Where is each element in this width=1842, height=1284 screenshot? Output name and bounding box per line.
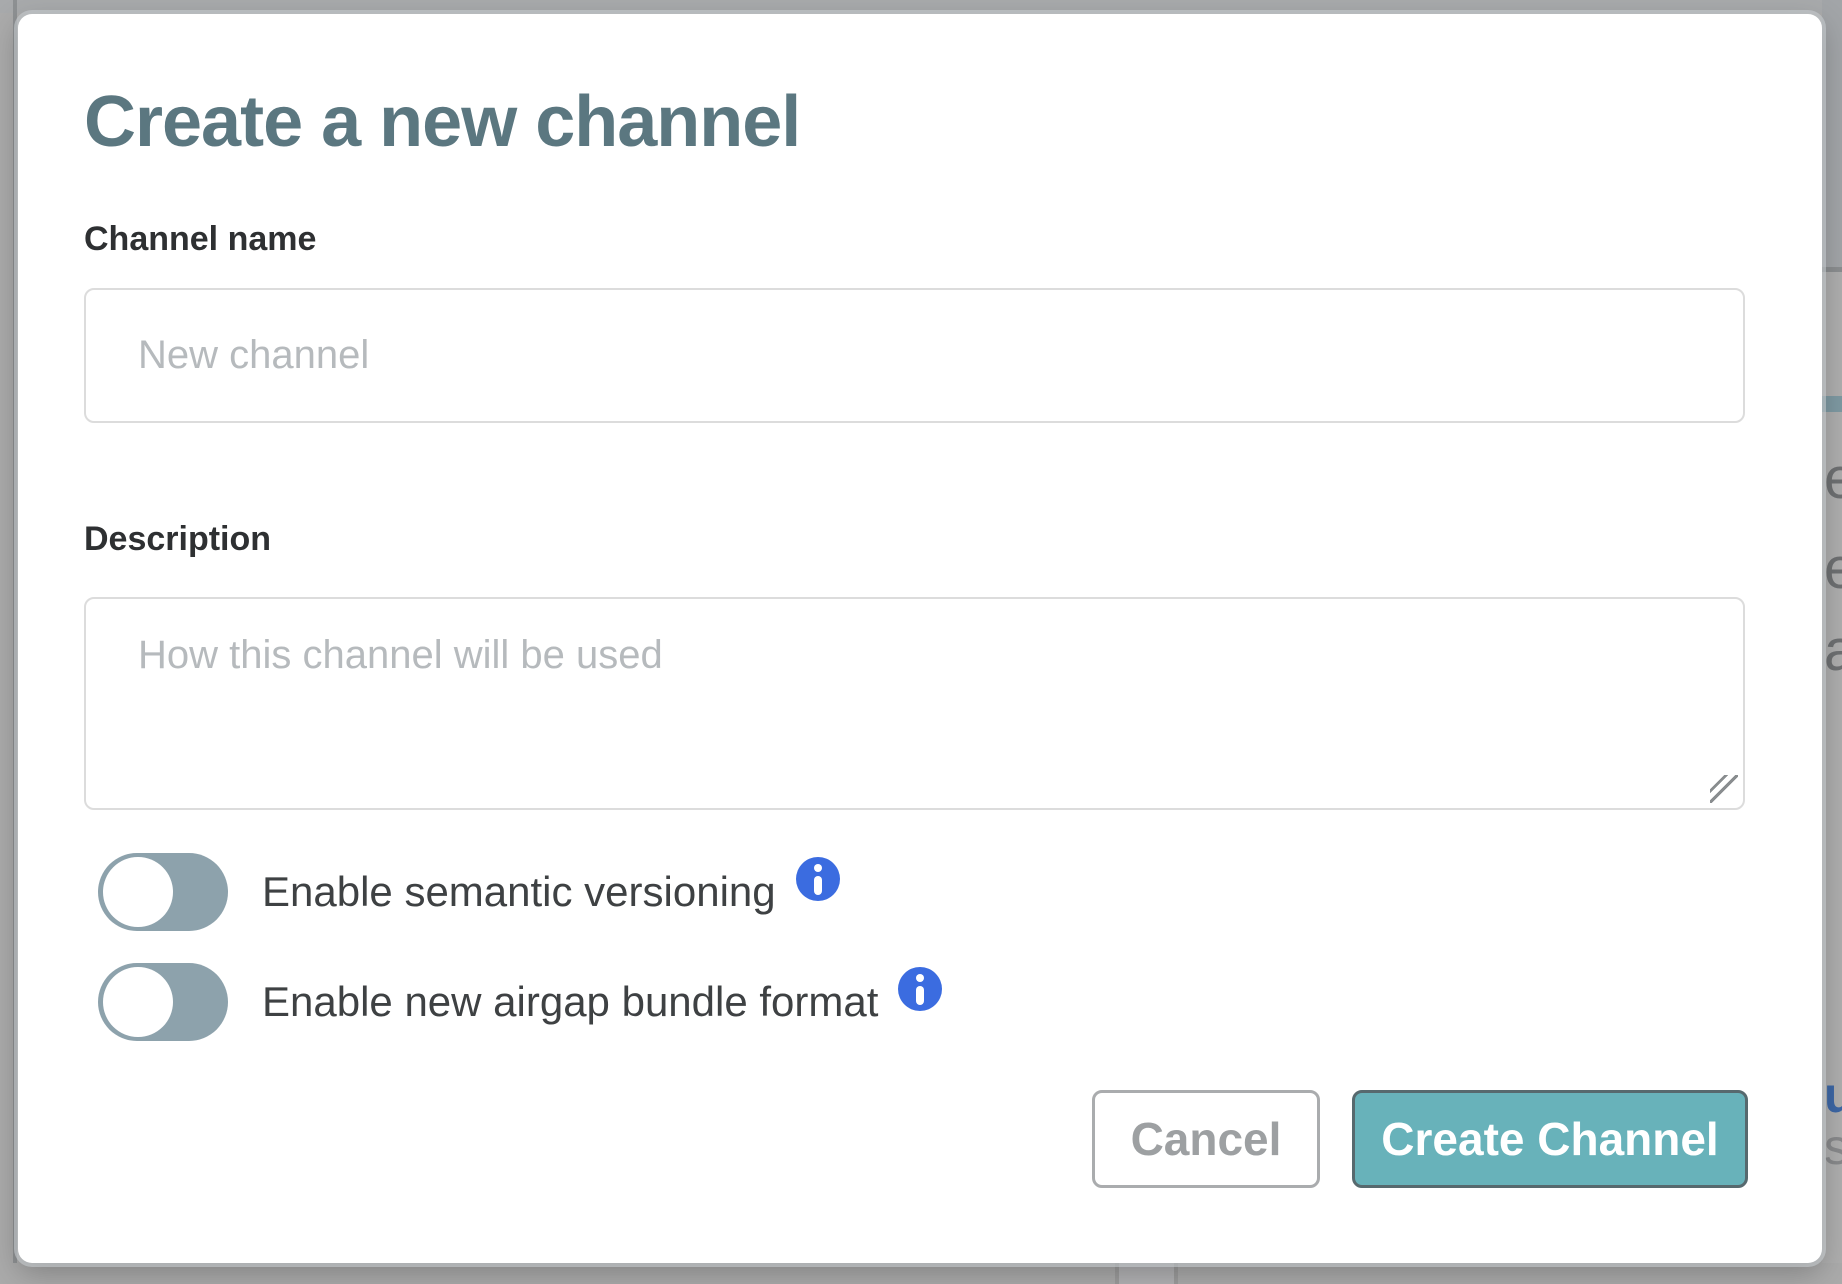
create-channel-modal: Create a new channel Channel name Descri…: [18, 14, 1822, 1263]
background-table-cell-edge: [1119, 1263, 1174, 1284]
overlay-bottom-strip: [0, 1263, 1842, 1284]
create-channel-button[interactable]: Create Channel: [1352, 1090, 1748, 1188]
overlay-top-band: [0, 0, 1842, 13]
cancel-button[interactable]: Cancel: [1092, 1090, 1320, 1188]
airgap-bundle-label: Enable new airgap bundle format: [262, 981, 878, 1023]
airgap-bundle-toggle[interactable]: [98, 963, 228, 1041]
channel-name-label: Channel name: [84, 222, 316, 256]
overlay-right-teal-strip: [1822, 396, 1842, 412]
screen: e e a ut s Create a new channel Channel …: [0, 0, 1842, 1284]
description-field-wrap: [84, 597, 1745, 810]
channel-name-input[interactable]: [84, 288, 1745, 423]
clipped-background-text: e: [1824, 450, 1842, 508]
overlay-left-page-edge: [13, 0, 17, 1284]
toggle-knob: [103, 967, 173, 1037]
description-label: Description: [84, 522, 271, 556]
overlay-right-upper-block: [1822, 0, 1842, 267]
overlay-right-divider: [1822, 267, 1842, 272]
clipped-background-link-text: ut: [1824, 1070, 1842, 1120]
semantic-versioning-row: Enable semantic versioning: [98, 853, 840, 931]
overlay-right-page-strip: e e a ut s: [1822, 0, 1842, 1284]
semantic-versioning-toggle[interactable]: [98, 853, 228, 931]
clipped-background-text: a: [1824, 622, 1842, 680]
airgap-bundle-row: Enable new airgap bundle format: [98, 963, 942, 1041]
description-textarea[interactable]: [84, 597, 1745, 810]
background-table-border: [1115, 1263, 1119, 1284]
info-icon[interactable]: [796, 857, 840, 901]
modal-title: Create a new channel: [84, 86, 800, 158]
clipped-background-text: s: [1824, 1122, 1842, 1172]
background-table-border: [1174, 1263, 1178, 1284]
clipped-background-text: e: [1824, 540, 1842, 598]
info-icon[interactable]: [898, 967, 942, 1011]
semantic-versioning-label: Enable semantic versioning: [262, 871, 776, 913]
toggle-knob: [103, 857, 173, 927]
